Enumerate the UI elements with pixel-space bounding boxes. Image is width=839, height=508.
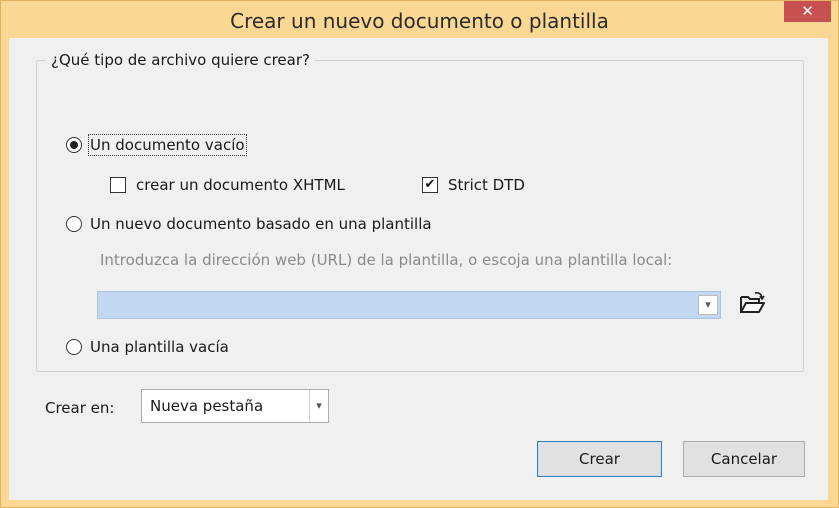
radio-empty-document-label: Un documento vacío	[88, 134, 247, 156]
close-icon: ✕	[801, 2, 814, 20]
checkbox-strict-dtd-label: Strict DTD	[448, 176, 525, 194]
template-url-hint: Introduzca la dirección web (URL) de la …	[100, 249, 672, 271]
template-url-combobox[interactable]: ▾	[97, 291, 721, 319]
checkbox-strict-dtd-box[interactable]: ✔	[422, 177, 438, 193]
radio-empty-template-label: Una plantilla vacía	[90, 338, 229, 356]
file-type-legend: ¿Qué tipo de archivo quiere crear?	[46, 50, 315, 70]
radio-empty-document[interactable]: Un documento vacío	[66, 134, 247, 156]
chevron-down-icon: ▾	[705, 298, 711, 311]
dialog-title: Crear un nuevo documento o plantilla	[230, 9, 609, 33]
select-divider	[309, 390, 310, 422]
checkbox-strict-dtd[interactable]: ✔ Strict DTD	[422, 174, 525, 196]
radio-empty-template[interactable]: Una plantilla vacía	[66, 336, 229, 358]
browse-template-button[interactable]	[737, 291, 767, 317]
open-folder-icon	[740, 292, 765, 313]
title-bar[interactable]: Crear un nuevo documento o plantilla ✕	[1, 1, 838, 39]
template-url-hint-text: Introduzca la dirección web (URL) de la …	[100, 251, 673, 269]
cancel-button[interactable]: Cancelar	[683, 441, 805, 477]
radio-template-document-label: Un nuevo documento basado en una plantil…	[90, 215, 432, 233]
checkbox-xhtml[interactable]: crear un documento XHTML	[110, 174, 345, 196]
radio-empty-template-indicator[interactable]	[66, 339, 82, 355]
create-in-value: Nueva pestaña	[150, 397, 264, 415]
close-button[interactable]: ✕	[784, 1, 831, 22]
checkbox-xhtml-box[interactable]	[110, 177, 126, 193]
radio-template-document-indicator[interactable]	[66, 216, 82, 232]
create-button[interactable]: Crear	[537, 441, 662, 477]
chevron-down-icon[interactable]: ▾	[312, 390, 326, 422]
radio-template-document[interactable]: Un nuevo documento basado en una plantil…	[66, 213, 432, 235]
template-url-dropdown-button[interactable]: ▾	[698, 295, 718, 315]
checkbox-xhtml-label: crear un documento XHTML	[136, 176, 345, 194]
create-in-label: Crear en:	[45, 399, 115, 417]
checkmark-icon: ✔	[424, 177, 436, 192]
create-in-select[interactable]: Nueva pestaña ▾	[141, 389, 329, 423]
radio-empty-document-indicator[interactable]	[66, 137, 82, 153]
